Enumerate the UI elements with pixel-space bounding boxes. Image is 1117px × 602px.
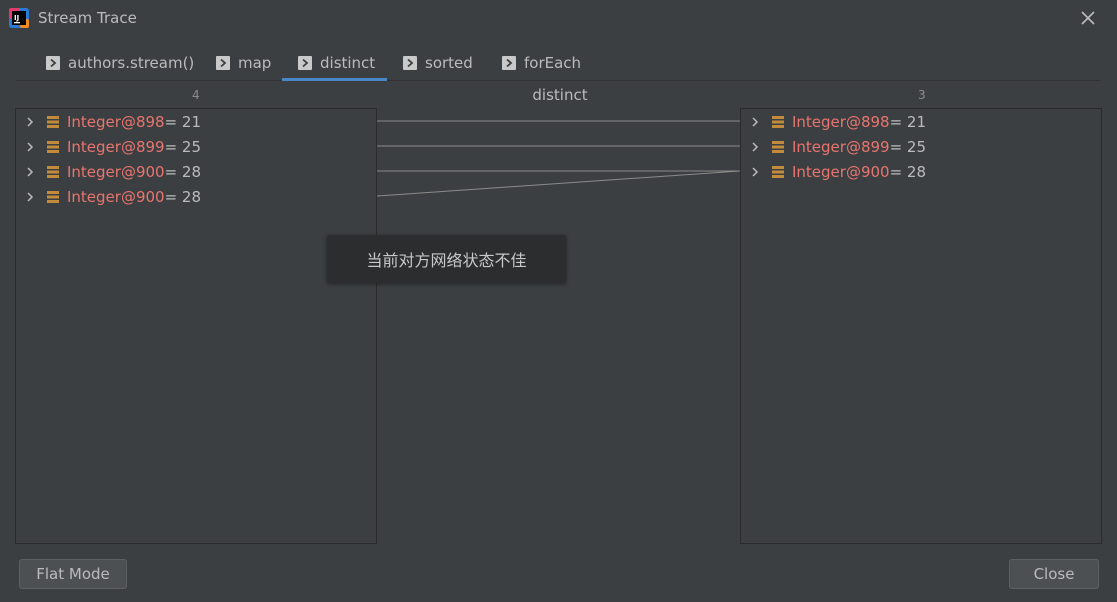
chevron-right-icon[interactable] xyxy=(24,166,36,178)
flat-mode-button[interactable]: Flat Mode xyxy=(19,559,127,589)
list-item[interactable]: Integer@900 = 28 xyxy=(741,159,926,184)
object-value: = 25 xyxy=(164,137,202,156)
window-title: Stream Trace xyxy=(38,9,137,27)
step-tabs: authors.stream() map distinct sorted for… xyxy=(16,46,1100,81)
list-item[interactable]: Integer@900 = 28 xyxy=(16,184,201,209)
play-arrow-icon xyxy=(502,56,516,70)
mapping-line xyxy=(376,170,741,197)
play-arrow-icon xyxy=(298,56,312,70)
object-name: Integer@899 xyxy=(792,137,890,156)
object-field-icon xyxy=(47,115,59,128)
list-item[interactable]: Integer@899 = 25 xyxy=(16,134,201,159)
object-field-icon xyxy=(772,165,784,178)
close-icon[interactable] xyxy=(1078,8,1098,28)
object-name: Integer@900 xyxy=(792,162,890,181)
close-button[interactable]: Close xyxy=(1009,559,1099,589)
object-name: Integer@898 xyxy=(792,112,890,131)
object-name: Integer@900 xyxy=(67,162,165,181)
object-field-icon xyxy=(772,115,784,128)
play-arrow-icon xyxy=(403,56,417,70)
chevron-right-icon[interactable] xyxy=(24,116,36,128)
object-field-icon xyxy=(47,165,59,178)
object-name: Integer@900 xyxy=(67,187,165,206)
tab-foreach[interactable]: forEach xyxy=(502,46,581,80)
list-item[interactable]: Integer@898 = 21 xyxy=(741,109,926,134)
chevron-right-icon[interactable] xyxy=(749,141,761,153)
object-name: Integer@898 xyxy=(67,112,165,131)
toast-message: 当前对方网络状态不佳 xyxy=(366,251,527,270)
after-values-panel[interactable]: Integer@898 = 21 Integer@899 = 25 Intege… xyxy=(740,108,1102,544)
object-value: = 21 xyxy=(164,112,202,131)
chevron-right-icon[interactable] xyxy=(749,166,761,178)
chevron-right-icon[interactable] xyxy=(24,191,36,203)
chevron-right-icon[interactable] xyxy=(24,141,36,153)
tab-sorted[interactable]: sorted xyxy=(403,46,473,80)
chevron-right-icon[interactable] xyxy=(749,116,761,128)
object-value: = 28 xyxy=(889,162,927,181)
title-bar: IJ Stream Trace xyxy=(0,0,1117,37)
tab-label: distinct xyxy=(320,54,376,72)
step-name: distinct xyxy=(532,86,588,104)
list-item[interactable]: Integer@899 = 25 xyxy=(741,134,926,159)
tab-label: map xyxy=(238,54,272,72)
object-value: = 28 xyxy=(164,162,202,181)
object-value: = 21 xyxy=(889,112,927,131)
object-field-icon xyxy=(772,140,784,153)
object-value: = 25 xyxy=(889,137,927,156)
tab-distinct[interactable]: distinct xyxy=(281,46,388,81)
object-field-icon xyxy=(47,190,59,203)
intellij-logo-icon: IJ xyxy=(9,8,29,28)
before-values-panel[interactable]: Integer@898 = 21 Integer@899 = 25 Intege… xyxy=(15,108,377,544)
right-count: 3 xyxy=(918,88,926,102)
play-arrow-icon xyxy=(216,56,230,70)
left-count: 4 xyxy=(192,88,200,102)
tab-label: forEach xyxy=(524,54,582,72)
tab-map[interactable]: map xyxy=(216,46,271,80)
play-arrow-icon xyxy=(46,56,60,70)
tab-label: authors.stream() xyxy=(68,54,195,72)
list-item[interactable]: Integer@898 = 21 xyxy=(16,109,201,134)
network-status-toast: 当前对方网络状态不佳 xyxy=(327,235,566,283)
svg-text:IJ: IJ xyxy=(14,14,19,22)
list-item[interactable]: Integer@900 = 28 xyxy=(16,159,201,184)
tab-label: sorted xyxy=(425,54,473,72)
object-name: Integer@899 xyxy=(67,137,165,156)
tab-authors-stream[interactable]: authors.stream() xyxy=(46,46,194,80)
object-value: = 28 xyxy=(164,187,202,206)
object-field-icon xyxy=(47,140,59,153)
